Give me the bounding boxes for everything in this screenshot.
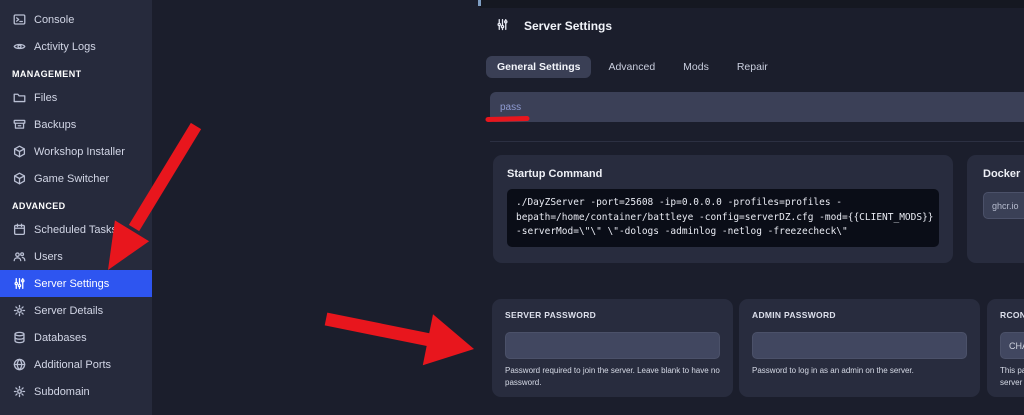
docker-title: Docker	[983, 168, 1024, 180]
page-header: Server Settings	[496, 18, 612, 33]
cube-icon	[12, 171, 27, 186]
tab-bar: General Settings Advanced Mods Repair	[486, 56, 779, 78]
sidebar-item-workshop-installer[interactable]: Workshop Installer	[0, 138, 152, 165]
sidebar-section-advanced: ADVANCED	[0, 192, 152, 216]
globe-icon	[12, 357, 27, 372]
sidebar-item-game-switcher[interactable]: Game Switcher	[0, 165, 152, 192]
eye-icon	[12, 39, 27, 54]
tab-mods[interactable]: Mods	[672, 56, 720, 78]
section-divider	[490, 141, 1024, 142]
search-input[interactable]	[490, 92, 1024, 122]
sidebar-item-label: Scheduled Tasks	[34, 224, 117, 236]
rcon-help-line-2: server	[1000, 377, 1024, 389]
sidebar-item-server-settings[interactable]: Server Settings	[0, 270, 152, 297]
server-panel-page: Console Activity Logs MANAGEMENT Files Backu…	[0, 0, 1024, 415]
cube-icon	[12, 144, 27, 159]
sidebar-item-label: Files	[34, 92, 57, 104]
sidebar-item-label: Backups	[34, 119, 76, 131]
sidebar-item-label: Game Switcher	[34, 173, 109, 185]
docker-card: Docker	[967, 155, 1024, 263]
sidebar-item-label: Workshop Installer	[34, 146, 125, 158]
rcon-password-input[interactable]	[1000, 332, 1024, 359]
server-password-label: SERVER PASSWORD	[505, 310, 720, 320]
rcon-card: RCON This pa server	[987, 299, 1024, 397]
database-icon	[12, 330, 27, 345]
sidebar-item-scheduled-tasks[interactable]: Scheduled Tasks	[0, 216, 152, 243]
tab-advanced[interactable]: Advanced	[597, 56, 666, 78]
startup-command-card: Startup Command ./DayZServer -port=25608…	[493, 155, 953, 263]
admin-password-card: ADMIN PASSWORD Password to log in as an …	[739, 299, 980, 397]
docker-image-input[interactable]	[983, 192, 1024, 219]
rcon-help: This pa server	[1000, 365, 1024, 388]
rcon-label: RCON	[1000, 310, 1024, 320]
sidebar-item-label: Subdomain	[34, 386, 90, 398]
admin-password-label: ADMIN PASSWORD	[752, 310, 967, 320]
sidebar: Console Activity Logs MANAGEMENT Files Backu…	[0, 0, 152, 415]
server-password-card: SERVER PASSWORD Password required to joi…	[492, 299, 733, 397]
sidebar-item-label: Console	[34, 14, 74, 26]
sidebar-item-label: Server Settings	[34, 278, 109, 290]
sidebar-item-server-details[interactable]: Server Details	[0, 297, 152, 324]
server-password-help: Password required to join the server. Le…	[505, 365, 720, 388]
sidebar-item-label: Users	[34, 251, 63, 263]
rcon-help-line-1: This pa	[1000, 365, 1024, 377]
top-strip	[480, 0, 1024, 8]
sidebar-item-subdomain[interactable]: Subdomain	[0, 378, 152, 405]
page-title: Server Settings	[524, 19, 612, 33]
sidebar-item-label: Additional Ports	[34, 359, 111, 371]
tab-repair[interactable]: Repair	[726, 56, 779, 78]
scrollbar-tick	[478, 0, 481, 6]
gear-icon	[12, 303, 27, 318]
console-icon	[12, 12, 27, 27]
calendar-icon	[12, 222, 27, 237]
folder-icon	[12, 90, 27, 105]
tab-general-settings[interactable]: General Settings	[486, 56, 591, 78]
sliders-icon	[496, 18, 511, 33]
sidebar-item-activity-logs[interactable]: Activity Logs	[0, 33, 152, 60]
archive-icon	[12, 117, 27, 132]
sidebar-item-databases[interactable]: Databases	[0, 324, 152, 351]
users-icon	[12, 249, 27, 264]
admin-password-help: Password to log in as an admin on the se…	[752, 365, 967, 377]
sidebar-item-label: Activity Logs	[34, 41, 96, 53]
sidebar-item-additional-ports[interactable]: Additional Ports	[0, 351, 152, 378]
sidebar-item-files[interactable]: Files	[0, 84, 152, 111]
sidebar-section-management: MANAGEMENT	[0, 60, 152, 84]
sidebar-item-label: Databases	[34, 332, 87, 344]
sidebar-item-console[interactable]: Console	[0, 6, 152, 33]
sidebar-item-backups[interactable]: Backups	[0, 111, 152, 138]
sidebar-item-users[interactable]: Users	[0, 243, 152, 270]
server-password-input[interactable]	[505, 332, 720, 359]
sidebar-item-label: Server Details	[34, 305, 103, 317]
annotation-arrow-password	[326, 314, 474, 365]
startup-command-code: ./DayZServer -port=25608 -ip=0.0.0.0 -pr…	[507, 189, 939, 247]
admin-password-input[interactable]	[752, 332, 967, 359]
sliders-icon	[12, 276, 27, 291]
startup-command-title: Startup Command	[507, 168, 939, 180]
gear-icon	[12, 384, 27, 399]
